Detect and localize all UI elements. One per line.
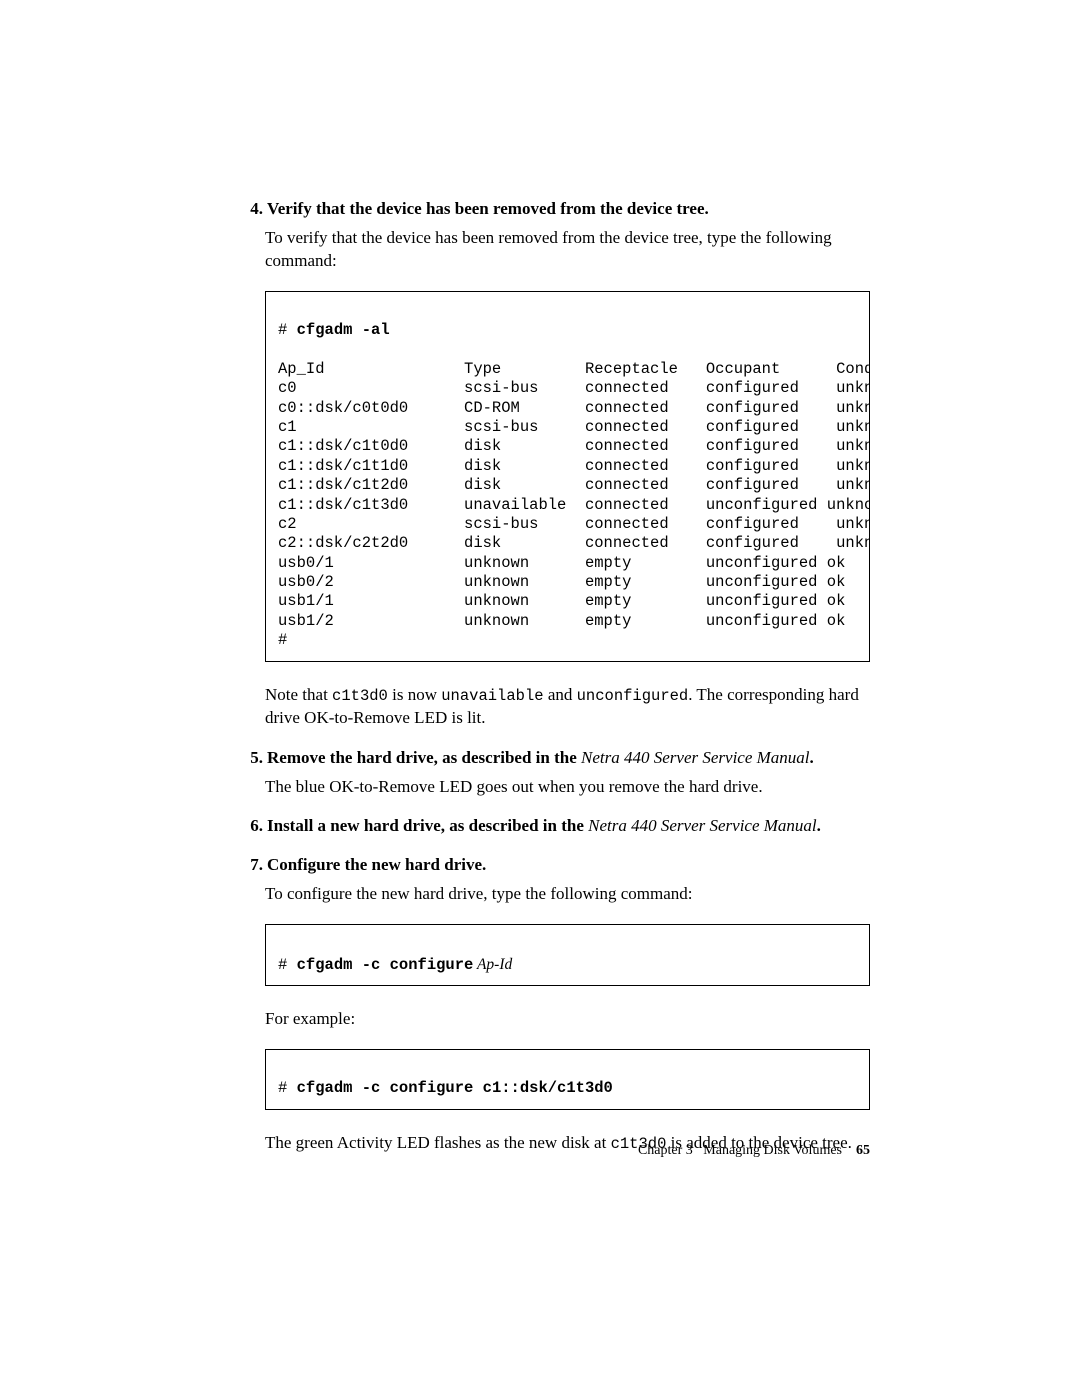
code-header: Ap_Id Type Receptacle Occupant Condition [278,360,870,378]
inline-code: unavailable [441,687,543,705]
step-6-number: 6. [245,815,267,838]
code-cmd: cfgadm -c configure c1::dsk/c1t3d0 [297,1079,613,1097]
note-text: and [544,685,577,704]
step-4-heading: 4.Verify that the device has been remove… [265,198,870,221]
step-5-title-end: . [810,748,814,767]
code-cmd: cfgadm -al [297,321,390,339]
code-row: c1::dsk/c1t1d0 disk connected configured… [278,457,870,475]
note-after-output: Note that c1t3d0 is now unavailable and … [265,684,870,730]
for-example-text: For example: [265,1008,870,1031]
code-row: usb1/2 unknown empty unconfigured ok [278,612,845,630]
code-cmd-configure-apid: # cfgadm -c configure Ap-Id [265,924,870,986]
inline-code: c1t3d0 [332,687,388,705]
code-end-prompt: # [278,631,287,649]
code-prompt: # [278,321,297,339]
code-row: usb0/2 unknown empty unconfigured ok [278,573,845,591]
footer-title: Managing Disk Volumes [703,1143,842,1158]
step-4-title: Verify that the device has been removed … [267,199,709,218]
code-cmd-configure-example: # cfgadm -c configure c1::dsk/c1t3d0 [265,1049,870,1110]
step-6-heading: 6.Install a new hard drive, as described… [265,815,870,838]
step-7-title: Configure the new hard drive. [267,855,486,874]
step-6-title-lead: Install a new hard drive, as described i… [267,816,588,835]
step-7-number: 7. [245,854,267,877]
footer-page-number: 65 [856,1143,870,1158]
footer-chapter: Chapter 3 [638,1143,693,1158]
code-row: c1 scsi-bus connected configured unknown [278,418,870,436]
code-cmd: cfgadm -c configure [297,956,474,974]
text: The green Activity LED flashes as the ne… [265,1133,611,1152]
code-row: c1::dsk/c1t2d0 disk connected configured… [278,476,870,494]
step-6-title-end: . [817,816,821,835]
note-text: Note that [265,685,332,704]
step-7-body: To configure the new hard drive, type th… [265,883,870,906]
code-row: usb0/1 unknown empty unconfigured ok [278,554,845,572]
step-6: 6.Install a new hard drive, as described… [265,815,870,838]
step-5-title-italic: Netra 440 Server Service Manual [581,748,810,767]
step-7: 7.Configure the new hard drive. To confi… [265,854,870,906]
code-row: c1::dsk/c1t3d0 unavailable connected unc… [278,496,870,514]
code-arg-italic: Ap-Id [473,956,512,973]
note-text: is now [388,685,441,704]
code-row: c2 scsi-bus connected configured unknown [278,515,870,533]
inline-code: unconfigured [577,687,689,705]
code-row: c2::dsk/c2t2d0 disk connected configured… [278,534,870,552]
code-output-cfgadm-al: # cfgadm -al Ap_Id Type Receptacle Occup… [265,291,870,662]
step-4-number: 4. [245,198,267,221]
code-prompt: # [278,1079,297,1097]
step-4-body: To verify that the device has been remov… [265,227,870,273]
page-content: 4.Verify that the device has been remove… [0,0,1080,1155]
step-7-heading: 7.Configure the new hard drive. [265,854,870,877]
code-row: c0::dsk/c0t0d0 CD-ROM connected configur… [278,399,870,417]
step-5: 5.Remove the hard drive, as described in… [265,747,870,799]
page-footer: Chapter 3 Managing Disk Volumes 65 [638,1142,870,1161]
step-4: 4.Verify that the device has been remove… [265,198,870,273]
code-row: c1::dsk/c1t0d0 disk connected configured… [278,437,870,455]
step-5-title-lead: Remove the hard drive, as described in t… [267,748,581,767]
step-6-title-italic: Netra 440 Server Service Manual [588,816,817,835]
step-5-heading: 5.Remove the hard drive, as described in… [265,747,870,770]
step-5-number: 5. [245,747,267,770]
code-row: usb1/1 unknown empty unconfigured ok [278,592,845,610]
code-row: c0 scsi-bus connected configured unknown [278,379,870,397]
step-5-body: The blue OK-to-Remove LED goes out when … [265,776,870,799]
code-prompt: # [278,956,297,974]
